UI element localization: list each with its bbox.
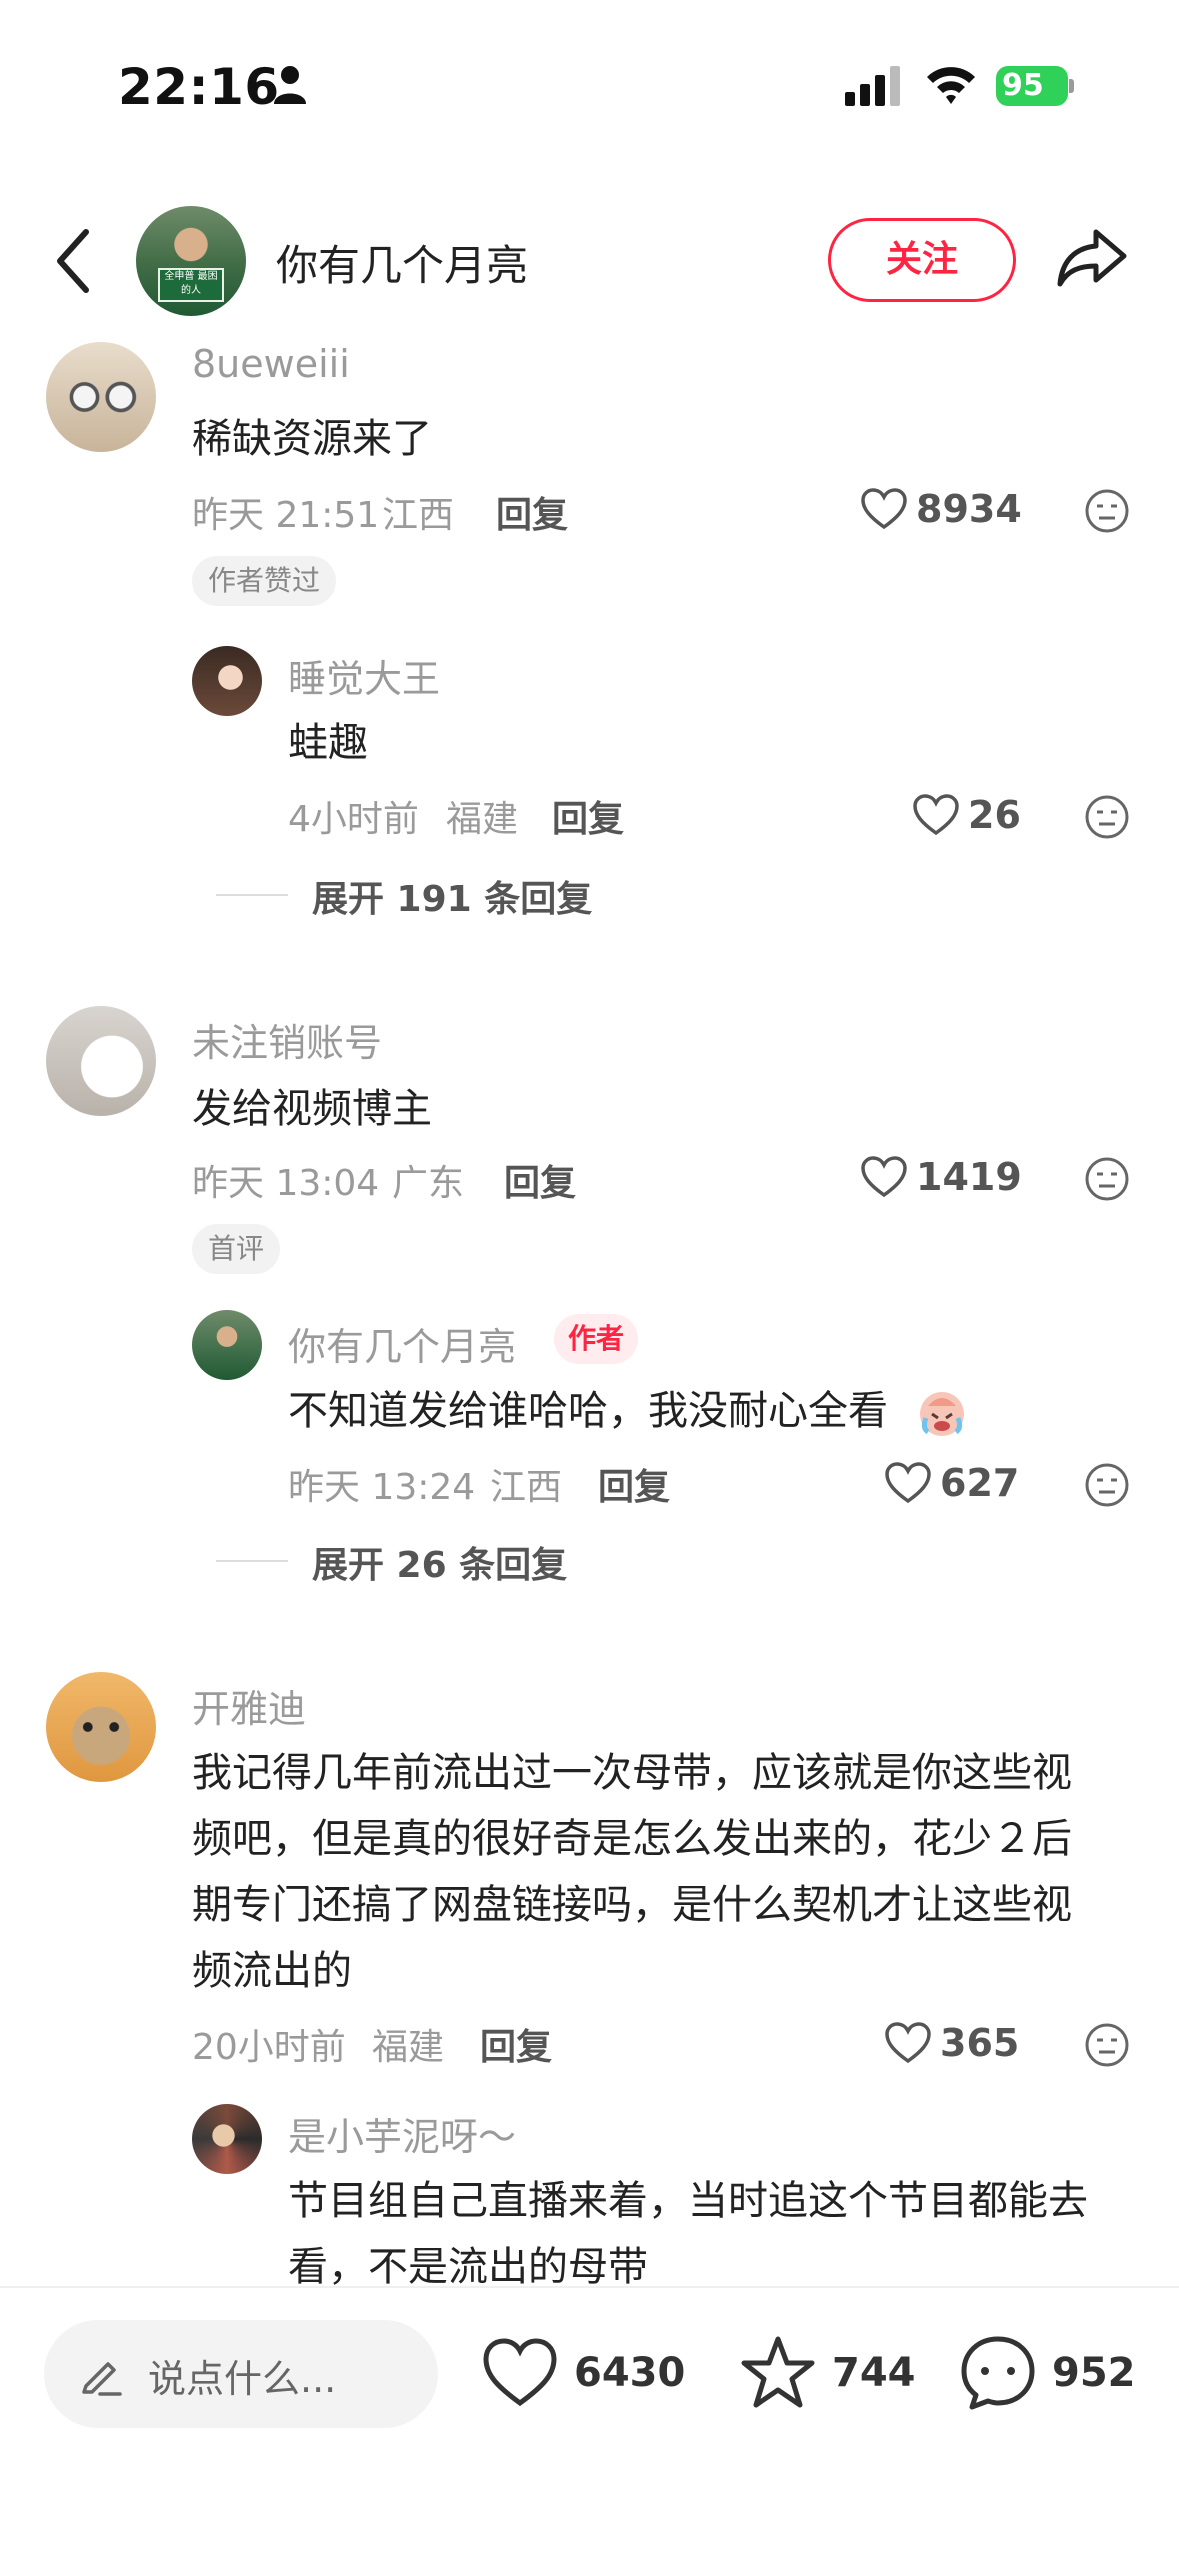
comment-location: 江西 bbox=[382, 495, 455, 536]
comment-text[interactable]: 发给视频博主 bbox=[192, 1076, 432, 1142]
comment-username[interactable]: 未注销账号 bbox=[192, 1012, 382, 1067]
comment-text-line[interactable]: 期专门还搞了网盘链接吗，是什么契机才让这些视 bbox=[192, 1872, 1072, 1938]
avatar-sign: 全申普 最困的人 bbox=[158, 268, 224, 302]
expand-divider bbox=[216, 894, 288, 896]
comment-text-line[interactable]: 频吧，但是真的很好奇是怎么发出来的，花少２后 bbox=[192, 1806, 1072, 1872]
comment-time: 昨天 21:51 bbox=[192, 495, 380, 536]
expand-replies-button[interactable]: 展开 26 条回复 bbox=[312, 1536, 567, 1588]
reply-location: 福建 bbox=[446, 799, 519, 840]
comment-list[interactable]: 8ueweiii 稀缺资源来了 昨天 21:51 江西 回复 8934 作者赞过… bbox=[0, 330, 1179, 2286]
like-count: 26 bbox=[968, 793, 1021, 837]
comment-location: 福建 bbox=[372, 2027, 445, 2068]
comment-username[interactable]: 开雅迪 bbox=[192, 1678, 306, 1733]
reply-time: 4小时前 bbox=[288, 799, 419, 840]
reply-avatar[interactable] bbox=[192, 646, 262, 716]
battery-indicator: 95 bbox=[996, 66, 1074, 106]
comment-text[interactable]: 稀缺资源来了 bbox=[192, 406, 432, 472]
crying-emoji-icon bbox=[920, 1392, 964, 1436]
reply-avatar[interactable] bbox=[192, 2104, 262, 2174]
emoji-reaction-icon[interactable] bbox=[1084, 1462, 1130, 1508]
comment-text-line[interactable]: 频流出的 bbox=[192, 1938, 352, 2004]
reply-button[interactable]: 回复 bbox=[496, 486, 568, 538]
pen-icon bbox=[82, 2362, 122, 2396]
reply-button[interactable]: 回复 bbox=[480, 2018, 552, 2070]
emoji-reaction-icon[interactable] bbox=[1084, 1156, 1130, 1202]
reply-avatar[interactable] bbox=[192, 1310, 262, 1380]
author-badge: 作者 bbox=[554, 1314, 639, 1364]
comment-text-line[interactable]: 我记得几年前流出过一次母带，应该就是你这些视 bbox=[192, 1740, 1072, 1806]
author-liked-badge: 作者赞过 bbox=[192, 556, 337, 606]
reply-location: 江西 bbox=[490, 1467, 563, 1508]
like-post-button[interactable]: 6430 bbox=[480, 2328, 685, 2418]
like-count: 627 bbox=[940, 1461, 1020, 1505]
like-count: 365 bbox=[940, 2021, 1020, 2065]
reply-username[interactable]: 睡觉大王 bbox=[288, 648, 440, 703]
emoji-reaction-icon[interactable] bbox=[1084, 488, 1130, 534]
battery-percent: 95 bbox=[1002, 68, 1044, 103]
share-icon[interactable] bbox=[1056, 226, 1128, 290]
comment-bubble-icon bbox=[961, 2336, 1035, 2410]
reply-username[interactable]: 是小芋泥呀～ bbox=[288, 2106, 516, 2161]
like-button[interactable]: 26 bbox=[912, 790, 1021, 840]
heart-icon bbox=[483, 2338, 557, 2407]
reply-text[interactable]: 不知道发给谁哈哈，我没耐心全看 bbox=[288, 1378, 888, 1444]
reply-text-line[interactable]: 节目组自己直播来着，当时追这个节目都能去 bbox=[288, 2168, 1088, 2234]
back-arrow-icon[interactable] bbox=[48, 226, 100, 296]
comment-avatar[interactable] bbox=[46, 1672, 156, 1782]
reply-username[interactable]: 你有几个月亮 bbox=[288, 1316, 516, 1371]
emoji-reaction-icon[interactable] bbox=[1084, 2022, 1130, 2068]
expand-divider bbox=[216, 1560, 288, 1562]
like-button[interactable]: 1419 bbox=[860, 1152, 1022, 1202]
post-like-count: 6430 bbox=[574, 2350, 686, 2396]
bottom-action-bar: 说点什么... 6430 744 952 bbox=[0, 2286, 1179, 2556]
wifi-icon bbox=[927, 67, 975, 104]
comments-button[interactable]: 952 bbox=[958, 2328, 1136, 2418]
reply-button[interactable]: 回复 bbox=[598, 1458, 670, 1510]
comment-username[interactable]: 8ueweiii bbox=[192, 342, 350, 386]
reply-button[interactable]: 回复 bbox=[552, 790, 624, 842]
follow-button[interactable]: 关注 bbox=[828, 218, 1016, 302]
reply-time: 昨天 13:24 bbox=[288, 1467, 476, 1508]
author-name[interactable]: 你有几个月亮 bbox=[276, 232, 528, 293]
expand-replies-button[interactable]: 展开 191 条回复 bbox=[312, 870, 592, 922]
heart-icon bbox=[861, 1156, 907, 1198]
like-button[interactable]: 365 bbox=[884, 2018, 1019, 2068]
reply-button[interactable]: 回复 bbox=[504, 1154, 576, 1206]
heart-icon bbox=[885, 1462, 931, 1504]
comment-time: 20小时前 bbox=[192, 2027, 346, 2068]
person-icon bbox=[274, 66, 306, 104]
cellular-signal-icon bbox=[845, 66, 900, 106]
status-time: 22:16 bbox=[118, 58, 280, 116]
comment-avatar[interactable] bbox=[46, 1006, 156, 1116]
heart-icon bbox=[913, 794, 959, 836]
heart-icon bbox=[861, 488, 907, 530]
like-button[interactable]: 627 bbox=[884, 1458, 1019, 1508]
like-button[interactable]: 8934 bbox=[860, 484, 1022, 534]
comments-header: 全申普 最困的人 你有几个月亮 关注 bbox=[0, 196, 1179, 326]
reply-text-line[interactable]: 看，不是流出的母带 bbox=[288, 2234, 648, 2286]
emoji-reaction-icon[interactable] bbox=[1084, 794, 1130, 840]
comment-count: 952 bbox=[1052, 2350, 1136, 2396]
comment-avatar[interactable] bbox=[46, 342, 156, 452]
author-avatar[interactable]: 全申普 最困的人 bbox=[136, 206, 246, 316]
battery-cap bbox=[1069, 79, 1074, 93]
like-count: 8934 bbox=[916, 487, 1022, 531]
comment-input[interactable]: 说点什么... bbox=[44, 2320, 438, 2428]
comment-input-placeholder: 说点什么... bbox=[148, 2357, 337, 2401]
heart-icon bbox=[885, 2022, 931, 2064]
favorite-button[interactable]: 744 bbox=[738, 2328, 916, 2418]
like-count: 1419 bbox=[916, 1155, 1022, 1199]
first-comment-badge: 首评 bbox=[192, 1224, 281, 1274]
comment-location: 广东 bbox=[392, 1163, 465, 1204]
favorite-count: 744 bbox=[832, 2350, 916, 2396]
comment-time: 昨天 13:04 bbox=[192, 1163, 380, 1204]
star-icon bbox=[741, 2336, 815, 2408]
reply-text[interactable]: 蛙趣 bbox=[288, 710, 368, 776]
